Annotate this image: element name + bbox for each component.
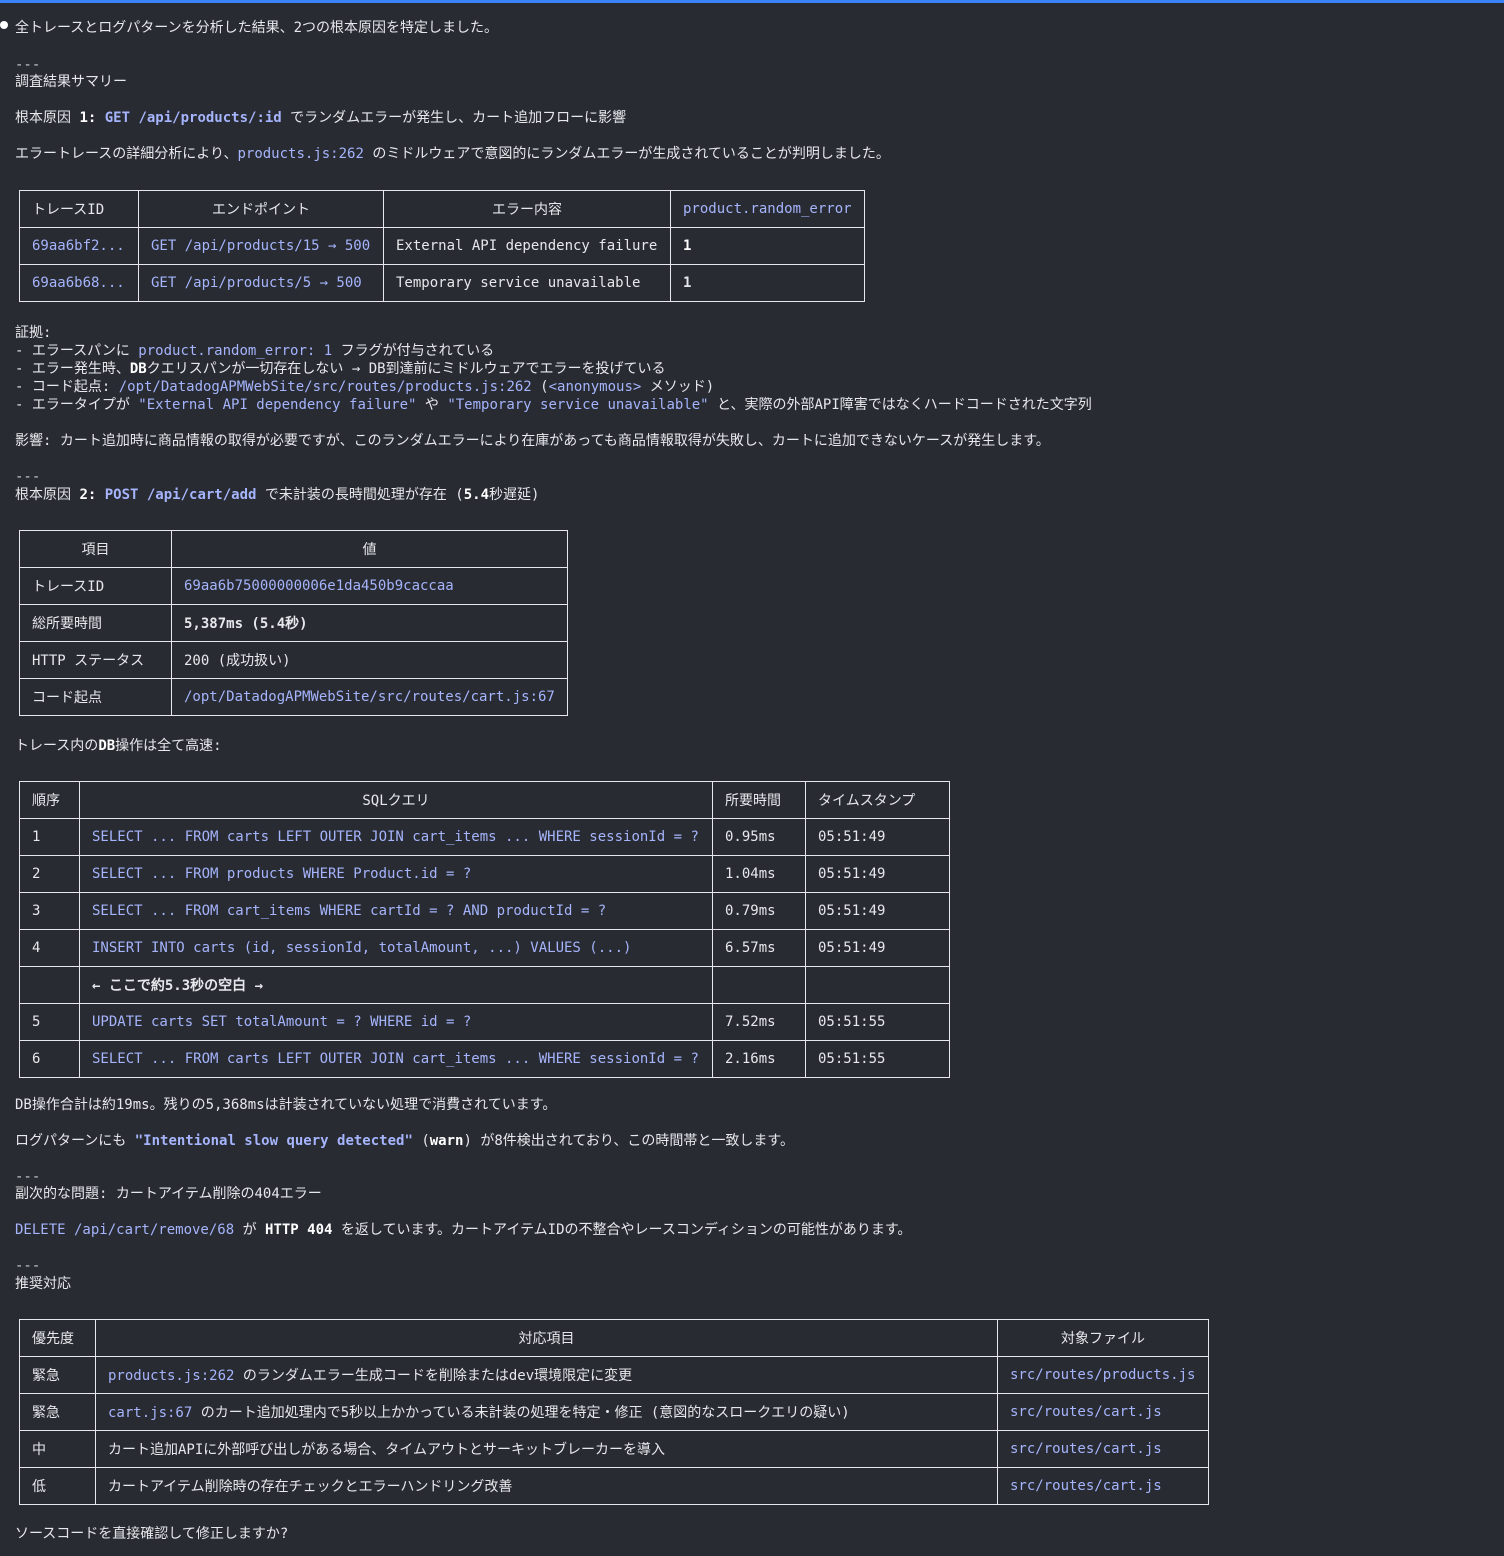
table-row: トレースID 69aa6b75000000006e1da450b9caccaa <box>19 567 568 605</box>
separator: --- <box>15 1169 41 1185</box>
top-accent-bar <box>0 0 1504 3</box>
table-header: product.random_error <box>670 190 865 228</box>
evidence-title: 証拠: <box>15 325 52 341</box>
sql-query-table: 順序 SQLクエリ 所要時間 タイムスタンプ 1 SELECT ... FROM… <box>19 781 950 1078</box>
recommend-title: 推奨対応 <box>15 1276 71 1292</box>
table-row: 4 INSERT INTO carts (id, sessionId, tota… <box>19 929 950 967</box>
evidence-item: - エラースパンに product.random_error: 1 フラグが付与… <box>15 343 495 359</box>
rc1-endpoint: GET /api/products/:id <box>104 110 282 126</box>
table-row: 1 SELECT ... FROM carts LEFT OUTER JOIN … <box>19 818 950 856</box>
gap-marker: ← ここで約5.3秒の空白 → <box>79 966 713 1004</box>
log-pattern-text: ログパターンにも "Intentional slow query detecte… <box>15 1133 794 1149</box>
db-ops-title: トレース内のDB操作は全て高速: <box>15 738 222 754</box>
table-header: タイムスタンプ <box>805 781 950 819</box>
impact-text: 影響: カート追加時に商品情報の取得が必要ですが、このランダムエラーにより在庫が… <box>15 433 1050 449</box>
table-row: 69aa6b68... GET /api/products/5 → 500 Te… <box>19 264 865 302</box>
table-header: 対応項目 <box>95 1319 998 1357</box>
evidence-item: - エラータイプが "External API dependency failu… <box>15 397 1092 413</box>
closing-question: ソースコードを直接確認して修正しますか? <box>15 1526 289 1542</box>
table-row: ← ここで約5.3秒の空白 → <box>19 966 950 1004</box>
secondary-text: DELETE /api/cart/remove/68 が HTTP 404 を返… <box>15 1222 912 1238</box>
rc2-trace-table: 項目 値 トレースID 69aa6b75000000006e1da450b9ca… <box>19 530 568 716</box>
recommend-table: 優先度 対応項目 対象ファイル 緊急 products.js:262 のランダム… <box>19 1319 1209 1505</box>
separator: --- <box>15 469 41 485</box>
rc2-endpoint: POST /api/cart/add <box>104 487 257 503</box>
table-header: エンドポイント <box>138 190 384 228</box>
table-row: 緊急 cart.js:67 のカート追加処理内で5秒以上かかっている未計装の処理… <box>19 1393 1209 1431</box>
bullet-icon <box>0 21 8 29</box>
table-row: 緊急 products.js:262 のランダムエラー生成コードを削除またはde… <box>19 1356 1209 1394</box>
rc1-description: エラートレースの詳細分析により、products.js:262 のミドルウェアで… <box>15 146 890 162</box>
evidence-item: - コード起点: /opt/DatadogAPMWebSite/src/rout… <box>15 379 715 395</box>
summary-title: 調査結果サマリー <box>15 74 127 90</box>
intro-text: 全トレースとログパターンを分析した結果、2つの根本原因を特定しました。 <box>15 20 499 36</box>
table-row: 中 カート追加APIに外部呼び出しがある場合、タイムアウトとサーキットブレーカー… <box>19 1430 1209 1468</box>
table-row: HTTP ステータス 200 (成功扱い) <box>19 641 568 679</box>
separator: --- <box>15 57 41 73</box>
table-header: 所要時間 <box>712 781 806 819</box>
table-header: エラー内容 <box>383 190 671 228</box>
table-row: 3 SELECT ... FROM cart_items WHERE cartI… <box>19 892 950 930</box>
evidence-item: - エラー発生時、DBクエリスパンが一切存在しない → DB到達前にミドルウェア… <box>15 361 666 377</box>
db-total-text: DB操作合計は約19ms。残りの5,368msは計装されていない処理で消費されて… <box>15 1097 557 1113</box>
secondary-title: 副次的な問題: カートアイテム削除の404エラー <box>15 1186 322 1202</box>
table-row: 6 SELECT ... FROM carts LEFT OUTER JOIN … <box>19 1040 950 1078</box>
table-row: 2 SELECT ... FROM products WHERE Product… <box>19 855 950 893</box>
table-header: トレースID <box>19 190 139 228</box>
table-row: 5 UPDATE carts SET totalAmount = ? WHERE… <box>19 1003 950 1041</box>
table-row: 総所要時間 5,387ms (5.4秒) <box>19 604 568 642</box>
separator: --- <box>15 1258 41 1274</box>
table-header: SQLクエリ <box>79 781 713 819</box>
table-row: 69aa6bf2... GET /api/products/15 → 500 E… <box>19 227 865 265</box>
table-header: 対象ファイル <box>997 1319 1209 1357</box>
table-header: 優先度 <box>19 1319 96 1357</box>
rc2-heading: 根本原因 2: POST /api/cart/add で未計装の長時間処理が存在… <box>15 487 540 503</box>
table-header: 項目 <box>19 530 172 568</box>
rc1-trace-table: トレースID エンドポイント エラー内容 product.random_erro… <box>19 190 865 302</box>
rc1-heading: 根本原因 1: GET /api/products/:id でランダムエラーが発… <box>15 110 627 126</box>
table-row: 低 カートアイテム削除時の存在チェックとエラーハンドリング改善 src/rout… <box>19 1467 1209 1505</box>
table-header: 値 <box>171 530 568 568</box>
table-row: コード起点 /opt/DatadogAPMWebSite/src/routes/… <box>19 678 568 716</box>
table-header: 順序 <box>19 781 80 819</box>
